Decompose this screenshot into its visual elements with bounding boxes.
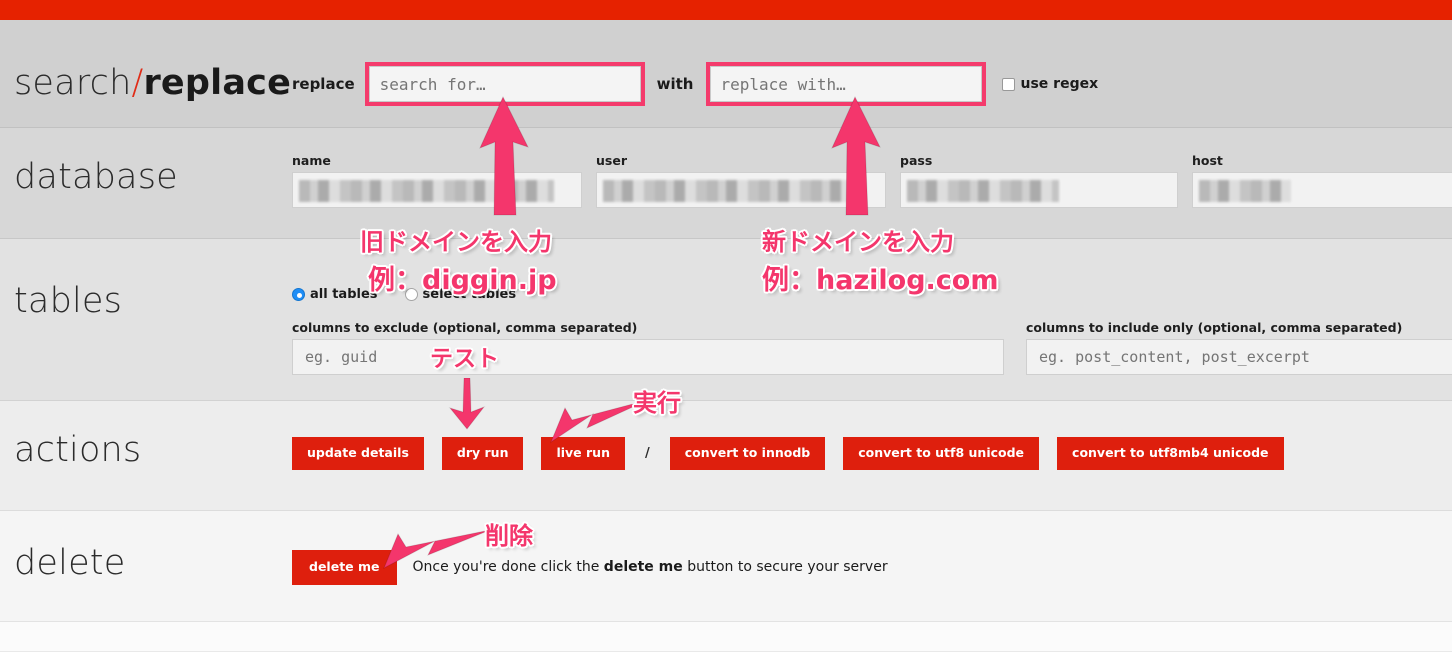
db-label-host: host [1192, 153, 1223, 168]
db-input-user[interactable] [596, 172, 886, 208]
footer-label [0, 622, 292, 651]
exclude-columns-input[interactable] [292, 339, 1004, 375]
redacted-value [907, 180, 1059, 202]
convert-to-utf8-button[interactable]: convert to utf8 unicode [843, 437, 1040, 470]
redacted-value [1199, 180, 1291, 202]
delete-note-strong: delete me [603, 559, 683, 576]
with-word-label: with [656, 75, 694, 93]
exclude-field-group: columns to exclude (optional, comma sepa… [292, 320, 1004, 375]
replace-input[interactable] [709, 66, 982, 102]
database-body: name user pass host [292, 128, 1452, 238]
replace-with-highlight [705, 62, 986, 106]
title-replace: replace [143, 63, 292, 103]
radio-all-tables[interactable]: all tables [292, 287, 378, 302]
search-input[interactable] [368, 66, 641, 102]
search-for-highlight [364, 62, 645, 106]
search-replace-controls: replace with use regex [292, 20, 1452, 106]
db-field-pass: pass [900, 153, 1178, 208]
tables-scope-radios: all tables select tables [292, 239, 1452, 302]
use-regex-control[interactable]: use regex [1001, 76, 1099, 92]
delete-body: delete me Once you're done click the del… [292, 511, 1452, 621]
action-buttons: update details dry run live run / conver… [292, 401, 1452, 470]
radio-select-tables-label: select tables [422, 287, 517, 302]
include-field-group: columns to include only (optional, comma… [1026, 320, 1452, 375]
db-input-host[interactable] [1192, 172, 1452, 208]
db-label-user: user [596, 153, 627, 168]
columns-fields: columns to exclude (optional, comma sepa… [292, 302, 1452, 375]
row-label-search-replace: search/replace [0, 20, 292, 127]
row-label-actions: actions [14, 430, 142, 470]
db-field-name: name [292, 153, 582, 208]
radio-all-tables-label: all tables [310, 287, 378, 302]
redacted-value [299, 180, 554, 202]
delete-me-button[interactable]: delete me [292, 550, 397, 585]
database-row: database name user pass host [0, 128, 1452, 239]
tables-row: tables all tables select tables columns … [0, 239, 1452, 401]
include-label: columns to include only (optional, comma… [1026, 320, 1403, 335]
footer-strip [0, 622, 1452, 652]
exclude-label: columns to exclude (optional, comma sepa… [292, 320, 638, 335]
row-label-tables: tables [14, 281, 123, 321]
db-label-pass: pass [900, 153, 933, 168]
include-columns-input[interactable] [1026, 339, 1452, 375]
db-field-host: host [1192, 153, 1452, 208]
top-red-bar [0, 0, 1452, 20]
db-input-pass[interactable] [900, 172, 1178, 208]
delete-note-prefix: Once you're done click the [412, 559, 604, 576]
actions-body: update details dry run live run / conver… [292, 401, 1452, 510]
delete-controls: delete me Once you're done click the del… [292, 511, 1452, 585]
footer-body [292, 622, 1452, 651]
live-run-button[interactable]: live run [541, 437, 625, 470]
tables-body: all tables select tables columns to excl… [292, 239, 1452, 400]
db-label-name: name [292, 153, 331, 168]
delete-row: delete delete me Once you're done click … [0, 511, 1452, 622]
dry-run-button[interactable]: dry run [441, 437, 524, 470]
redacted-value [603, 180, 865, 202]
replace-word-label: replace [292, 75, 355, 93]
use-regex-label: use regex [1020, 76, 1099, 92]
search-replace-body: replace with use regex [292, 20, 1452, 127]
row-label-database: database [14, 157, 178, 197]
db-field-user: user [596, 153, 886, 208]
convert-to-innodb-button[interactable]: convert to innodb [669, 437, 826, 470]
db-input-name[interactable] [292, 172, 582, 208]
actions-separator: / [644, 445, 650, 461]
delete-note: Once you're done click the delete me but… [413, 559, 888, 575]
radio-all-tables-dot[interactable] [292, 288, 305, 301]
use-regex-checkbox[interactable] [1001, 77, 1015, 91]
title-slash: / [131, 63, 144, 103]
title-search: search [14, 63, 132, 103]
update-details-button[interactable]: update details [292, 437, 424, 470]
convert-to-utf8mb4-button[interactable]: convert to utf8mb4 unicode [1057, 437, 1284, 470]
radio-select-tables[interactable]: select tables [404, 287, 517, 302]
delete-note-suffix: button to secure your server [682, 559, 888, 576]
actions-row: actions update details dry run live run … [0, 401, 1452, 511]
search-replace-row: search/replace replace with use regex [0, 20, 1452, 128]
database-fields: name user pass host [292, 128, 1452, 208]
row-label-delete: delete [14, 543, 126, 583]
radio-select-tables-dot[interactable] [404, 288, 418, 301]
